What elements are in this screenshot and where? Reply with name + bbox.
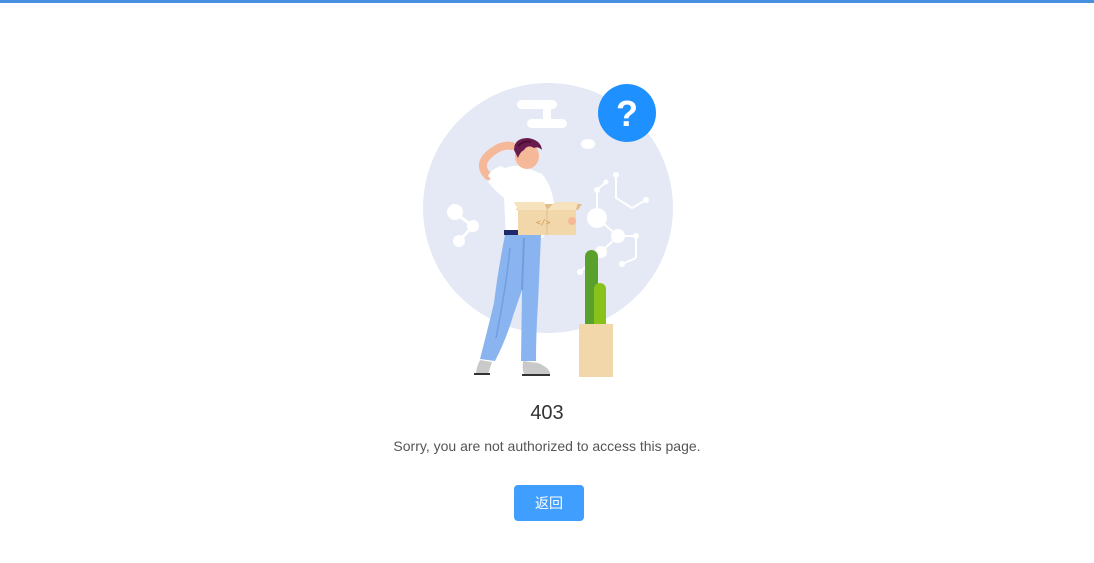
top-progress-bar <box>0 0 1094 3</box>
back-button[interactable]: 返回 <box>514 485 584 521</box>
svg-text:</>: </> <box>536 218 551 227</box>
svg-text:?: ? <box>616 93 638 134</box>
error-message: Sorry, you are not authorized to access … <box>393 438 701 454</box>
error-status-code: 403 <box>530 402 564 424</box>
error-illustration: ? </> <box>423 83 673 377</box>
question-mark-icon: ? <box>598 84 656 142</box>
